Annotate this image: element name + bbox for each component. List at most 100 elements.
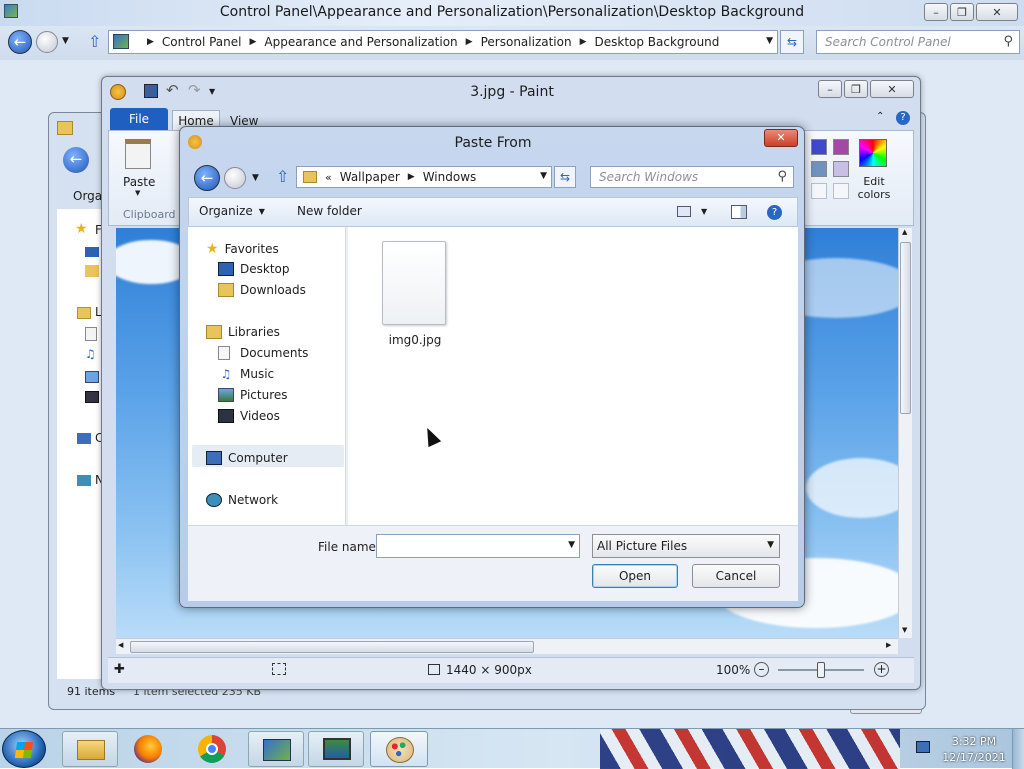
nav-downloads[interactable]: Downloads — [218, 283, 306, 297]
path-dropdown-icon[interactable]: ▼ — [540, 171, 547, 181]
address-dropdown-icon[interactable]: ▼ — [766, 36, 773, 46]
path-item[interactable]: Windows — [423, 170, 477, 184]
breadcrumb-item[interactable]: Appearance and Personalization — [264, 35, 457, 49]
nav-network[interactable]: Network — [206, 493, 278, 507]
file-name-dropdown-icon[interactable]: ▼ — [568, 540, 575, 550]
scroll-right-icon[interactable]: ▶ — [886, 641, 891, 649]
overflow-chevron-icon[interactable]: « — [325, 171, 332, 184]
history-dropdown-icon[interactable]: ▼ — [62, 36, 69, 46]
view-dropdown-icon[interactable]: ▼ — [701, 207, 707, 216]
address-bar[interactable]: ▶ Control Panel ▶ Appearance and Persona… — [108, 30, 778, 54]
tray-network-icon[interactable] — [916, 741, 930, 753]
horizontal-scroll-thumb[interactable] — [130, 641, 534, 653]
nav-videos[interactable]: Videos — [218, 409, 280, 423]
zoom-slider-thumb[interactable] — [817, 662, 825, 678]
color-swatch[interactable] — [833, 161, 849, 177]
zoom-out-icon[interactable]: – — [754, 662, 769, 677]
refresh-icon[interactable]: ⇆ — [780, 30, 804, 54]
paint-minimize-button[interactable]: – — [818, 80, 842, 98]
breadcrumb-item[interactable]: Desktop Background — [595, 35, 720, 49]
file-name-input[interactable]: ▼ — [376, 534, 580, 558]
search-icon[interactable]: ⚲ — [777, 169, 787, 184]
nav-documents[interactable]: Documents — [218, 346, 308, 360]
color-swatch[interactable] — [811, 139, 827, 155]
organize-button[interactable]: Organize ▼ — [199, 204, 265, 218]
paint-tab-file[interactable]: File — [110, 108, 168, 130]
clock-time[interactable]: 3:32 PM — [944, 735, 1004, 748]
horizontal-scrollbar[interactable]: ◀ ▶ — [116, 638, 898, 654]
paint-restore-button[interactable]: ❐ — [844, 80, 868, 98]
ribbon-minimize-icon[interactable]: ⌃ — [876, 111, 884, 122]
dialog-search-box[interactable]: Search Windows ⚲ — [590, 166, 794, 188]
color-swatch[interactable] — [811, 183, 827, 199]
dialog-address-bar[interactable]: « Wallpaper ▶ Windows ▼ — [296, 166, 552, 188]
search-box[interactable]: Search Control Panel ⚲ — [816, 30, 1020, 54]
taskbar-firefox-button[interactable] — [132, 733, 164, 765]
document-icon — [85, 327, 97, 341]
dialog-forward-icon[interactable] — [224, 167, 246, 189]
zoom-in-icon[interactable]: + — [874, 662, 889, 677]
forward-icon[interactable] — [36, 31, 58, 53]
network-icon — [77, 475, 91, 486]
paste-dropdown-icon[interactable]: ▼ — [135, 189, 140, 197]
dialog-help-icon[interactable]: ? — [767, 205, 782, 220]
image-file-icon — [382, 241, 446, 325]
taskbar-chrome-button[interactable] — [196, 733, 228, 765]
taskbar-explorer-button[interactable] — [62, 731, 118, 767]
taskbar-control-panel-button[interactable] — [248, 731, 304, 767]
view-options-icon[interactable] — [677, 206, 691, 217]
nav-desktop[interactable]: Desktop — [218, 262, 290, 276]
nav-music[interactable]: ♫ Music — [218, 367, 275, 381]
paste-icon[interactable] — [125, 139, 151, 169]
dialog-history-dropdown-icon[interactable]: ▼ — [252, 173, 259, 183]
vertical-scroll-thumb[interactable] — [900, 242, 911, 414]
scroll-down-icon[interactable]: ▼ — [902, 626, 907, 634]
open-button[interactable]: Open — [592, 564, 678, 588]
minimize-button[interactable]: – — [924, 3, 948, 21]
edit-colors-label[interactable]: Edit colors — [853, 175, 895, 201]
color-swatch[interactable] — [811, 161, 827, 177]
new-folder-button[interactable]: New folder — [297, 204, 362, 218]
dialog-close-button[interactable]: ✕ — [764, 129, 798, 147]
nav-favorites[interactable]: ★ Favorites — [206, 241, 279, 257]
control-panel-icon — [263, 739, 291, 761]
vertical-scrollbar[interactable]: ▲ ▼ — [898, 228, 912, 638]
taskbar-paint-button[interactable] — [370, 731, 428, 767]
path-item[interactable]: Wallpaper — [340, 170, 400, 184]
preview-pane-icon[interactable] — [731, 205, 747, 219]
color-swatch[interactable] — [833, 183, 849, 199]
clipboard-group-label: Clipboard — [123, 208, 176, 221]
search-icon[interactable]: ⚲ — [1003, 34, 1013, 49]
nav-pictures[interactable]: Pictures — [218, 388, 288, 402]
show-desktop-button[interactable] — [1012, 729, 1024, 769]
taskbar-display-button[interactable] — [308, 731, 364, 767]
file-type-select[interactable]: All Picture Files ▼ — [592, 534, 780, 558]
dialog-file-list: img0.jpg — [348, 227, 798, 525]
edit-colors-icon[interactable] — [859, 139, 887, 167]
nav-computer[interactable]: Computer — [206, 451, 288, 465]
color-swatch[interactable] — [833, 139, 849, 155]
file-item[interactable]: img0.jpg — [370, 239, 460, 349]
scroll-left-icon[interactable]: ◀ — [118, 641, 123, 649]
restore-button[interactable]: ❐ — [950, 3, 974, 21]
dialog-up-icon[interactable]: ⇧ — [276, 167, 289, 186]
explorer-back-icon[interactable]: ← — [63, 147, 89, 173]
nav-libraries[interactable]: Libraries — [206, 325, 280, 339]
cancel-button[interactable]: Cancel — [692, 564, 780, 588]
paste-label[interactable]: Paste — [123, 175, 155, 189]
clock-date[interactable]: 12/17/2021 — [940, 751, 1008, 764]
explorer-organize-label[interactable]: Orga — [73, 189, 102, 203]
up-icon[interactable]: ⇧ — [88, 32, 101, 51]
control-panel-titlebar: Control Panel\Appearance and Personaliza… — [0, 0, 1024, 26]
paint-close-button[interactable]: ✕ — [870, 80, 914, 98]
breadcrumb-item[interactable]: Personalization — [481, 35, 572, 49]
organize-label: Organize — [199, 204, 253, 218]
dialog-refresh-icon[interactable]: ⇆ — [554, 166, 576, 188]
close-button[interactable]: ✕ — [976, 3, 1018, 21]
breadcrumb-item[interactable]: Control Panel — [162, 35, 242, 49]
help-icon[interactable]: ? — [896, 111, 910, 125]
back-icon[interactable]: ← — [8, 30, 32, 54]
dialog-back-icon[interactable]: ← — [194, 165, 220, 191]
scroll-up-icon[interactable]: ▲ — [902, 228, 907, 236]
start-button[interactable] — [2, 730, 46, 768]
